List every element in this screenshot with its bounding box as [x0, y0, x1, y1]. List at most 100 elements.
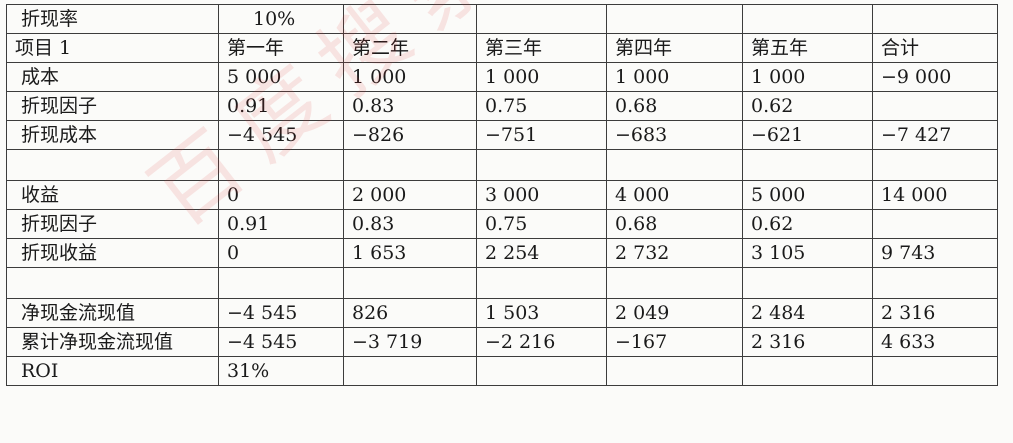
table-cell: −7 427 [872, 120, 998, 150]
row-label: ROI [6, 356, 219, 386]
table-row: 折现收益 0 1 653 2 254 2 732 3 105 9 743 [6, 238, 998, 268]
table-row [6, 267, 998, 299]
table-cell: 0.75 [476, 91, 607, 121]
row-label: 成本 [6, 62, 219, 92]
column-header: 第五年 [742, 33, 873, 63]
table-cell [476, 4, 607, 34]
table-cell: 0.68 [606, 209, 743, 239]
table-cell: 2 316 [742, 327, 873, 357]
npv-table: 折现率 10% 项目 1 第一年 第二年 第三年 第四年 第五年 合计 成本 5 … [6, 4, 998, 386]
table-cell: 2 732 [606, 238, 743, 268]
table-row: 折现因子 0.91 0.83 0.75 0.68 0.62 [6, 209, 998, 239]
table-cell: 2 484 [742, 298, 873, 328]
table-cell: 826 [343, 298, 477, 328]
table-cell: −3 719 [343, 327, 477, 357]
table-cell: 2 254 [476, 238, 607, 268]
table-cell: 0 [218, 180, 344, 210]
discount-rate-label: 折现率 [6, 4, 219, 34]
row-label: 折现因子 [6, 91, 219, 121]
table-row: 累计净现金流现值 −4 545 −3 719 −2 216 −167 2 316 4 633 [6, 327, 998, 357]
table-cell [872, 149, 998, 181]
table-row: 折现成本 −4 545 −826 −751 −683 −621 −7 427 [6, 120, 998, 150]
table-cell [343, 267, 477, 299]
discount-rate-value: 10% [218, 4, 344, 34]
table-cell: −4 545 [218, 120, 344, 150]
table-row: 成本 5 000 1 000 1 000 1 000 1 000 −9 000 [6, 62, 998, 92]
row-label: 净现金流现值 [6, 298, 219, 328]
table-cell [872, 267, 998, 299]
row-label: 收益 [6, 180, 219, 210]
table-row: 收益 0 2 000 3 000 4 000 5 000 14 000 [6, 180, 998, 210]
table-cell: 4 633 [872, 327, 998, 357]
table-cell: −167 [606, 327, 743, 357]
table-cell: −621 [742, 120, 873, 150]
table-cell: 2 049 [606, 298, 743, 328]
table-cell: 1 000 [742, 62, 873, 92]
table-cell: −826 [343, 120, 477, 150]
table-cell [476, 149, 607, 181]
table-cell: −4 545 [218, 327, 344, 357]
table-cell: 1 000 [343, 62, 477, 92]
table-cell [742, 4, 873, 34]
table-cell [872, 91, 998, 121]
table-cell: 2 316 [872, 298, 998, 328]
row-label [6, 149, 219, 181]
table-header-row: 项目 1 第一年 第二年 第三年 第四年 第五年 合计 [6, 33, 998, 63]
column-header: 第三年 [476, 33, 607, 63]
table-cell [476, 356, 607, 386]
table-cell [872, 4, 998, 34]
table-cell [218, 149, 344, 181]
column-header: 项目 1 [6, 33, 219, 63]
table-cell: 1 000 [476, 62, 607, 92]
table-cell: 9 743 [872, 238, 998, 268]
row-label: 折现因子 [6, 209, 219, 239]
table-cell: 4 000 [606, 180, 743, 210]
table-cell [343, 356, 477, 386]
column-header: 第二年 [343, 33, 477, 63]
table-cell [343, 4, 477, 34]
table-cell [343, 149, 477, 181]
table-cell [218, 267, 344, 299]
table-cell: 0.62 [742, 209, 873, 239]
table-cell [606, 356, 743, 386]
column-header: 合计 [872, 33, 998, 63]
table-cell: 14 000 [872, 180, 998, 210]
table-row: 折现因子 0.91 0.83 0.75 0.68 0.62 [6, 91, 998, 121]
table-cell [742, 267, 873, 299]
table-row-discount-rate: 折现率 10% [6, 4, 998, 34]
table-cell [606, 4, 743, 34]
table-cell: 5 000 [742, 180, 873, 210]
table-cell: 31% [218, 356, 344, 386]
row-label [6, 267, 219, 299]
table-cell [476, 267, 607, 299]
table-row: ROI 31% [6, 356, 998, 386]
table-cell: 1 503 [476, 298, 607, 328]
table-cell [606, 267, 743, 299]
table-cell: 3 105 [742, 238, 873, 268]
column-header: 第一年 [218, 33, 344, 63]
column-header: 第四年 [606, 33, 743, 63]
table-cell: 0.91 [218, 209, 344, 239]
table-cell: 5 000 [218, 62, 344, 92]
table-cell: −2 216 [476, 327, 607, 357]
table-cell: 0.83 [343, 91, 477, 121]
row-label: 折现收益 [6, 238, 219, 268]
table-cell: −9 000 [872, 62, 998, 92]
row-label: 折现成本 [6, 120, 219, 150]
document-page: 折现率 10% 项目 1 第一年 第二年 第三年 第四年 第五年 合计 成本 5 … [0, 0, 1013, 443]
table-row [6, 149, 998, 181]
table-cell [606, 149, 743, 181]
row-label: 累计净现金流现值 [6, 327, 219, 357]
table-cell: 0.91 [218, 91, 344, 121]
table-cell [872, 356, 998, 386]
table-cell: 0.75 [476, 209, 607, 239]
table-cell: 3 000 [476, 180, 607, 210]
table-cell: 1 653 [343, 238, 477, 268]
table-cell [872, 209, 998, 239]
table-cell: 0.62 [742, 91, 873, 121]
table-cell: 2 000 [343, 180, 477, 210]
table-cell: 0 [218, 238, 344, 268]
table-cell: 0.68 [606, 91, 743, 121]
table-cell: 1 000 [606, 62, 743, 92]
table-cell: −683 [606, 120, 743, 150]
